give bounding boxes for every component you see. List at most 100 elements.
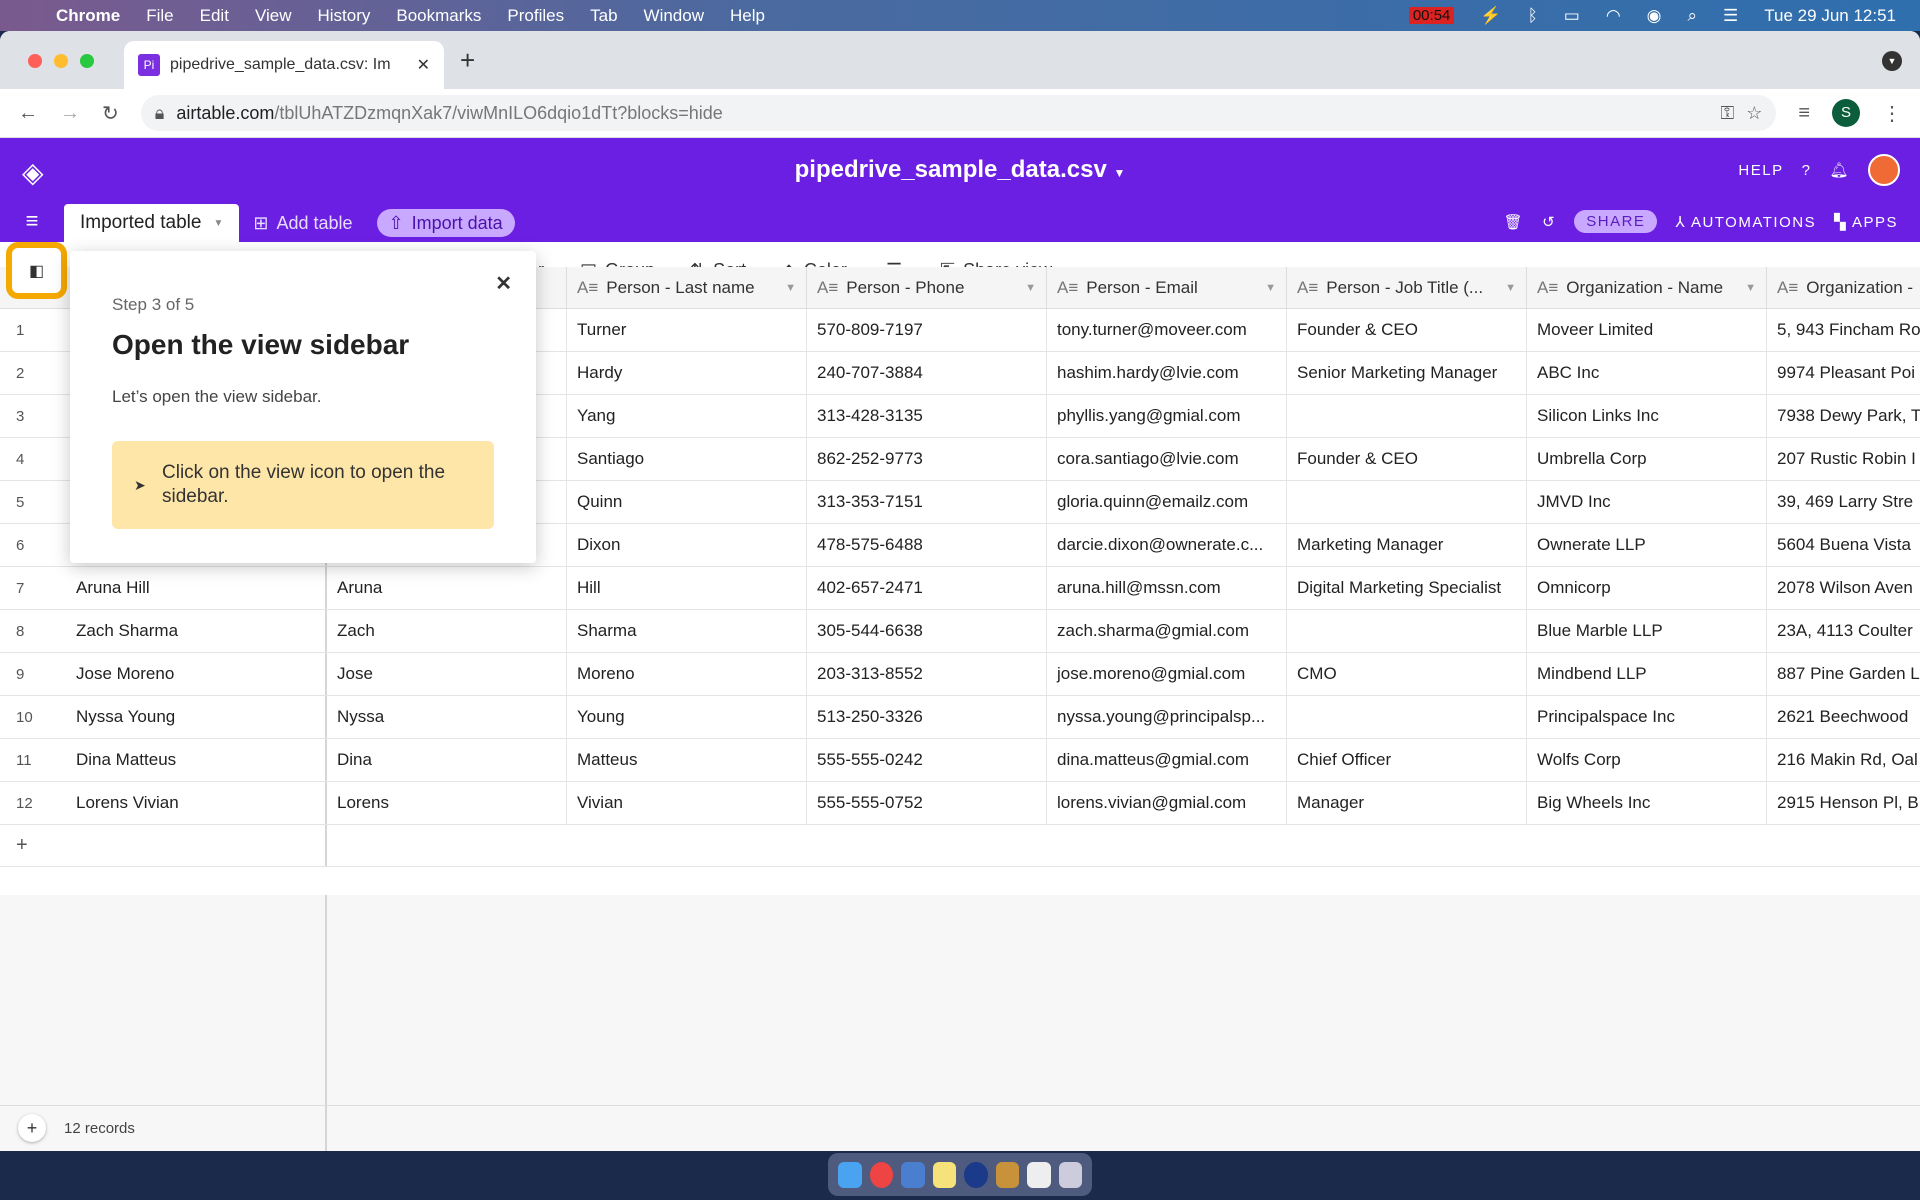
base-title[interactable]: pipedrive_sample_data.csv bbox=[795, 156, 1107, 183]
add-row-plus[interactable]: + bbox=[0, 825, 327, 866]
chevron-down-icon[interactable]: ▼ bbox=[213, 218, 223, 229]
column-header[interactable]: A≡ Person - Job Title (... ▼ bbox=[1287, 267, 1527, 309]
table-cell[interactable]: phyllis.yang@gmial.com bbox=[1047, 395, 1287, 437]
media-icon[interactable]: ≡ bbox=[1798, 102, 1810, 125]
table-cell[interactable]: Quinn bbox=[567, 481, 807, 523]
table-cell[interactable]: Lorens bbox=[327, 782, 567, 824]
battery-icon[interactable]: ▭ bbox=[1564, 6, 1580, 26]
back-icon[interactable]: ← bbox=[18, 102, 38, 125]
column-header[interactable]: A≡ Person - Last name ▼ bbox=[567, 267, 807, 309]
automations-button[interactable]: ⅄ AUTOMATIONS bbox=[1675, 213, 1816, 231]
table-cell[interactable]: 2621 Beechwood bbox=[1767, 696, 1920, 738]
table-cell[interactable]: Founder & CEO bbox=[1287, 438, 1527, 480]
table-cell[interactable] bbox=[1287, 395, 1527, 437]
table-cell[interactable]: cora.santiago@lvie.com bbox=[1047, 438, 1287, 480]
table-cell[interactable]: 555-555-0752 bbox=[807, 782, 1047, 824]
key-icon[interactable]: ⚿ bbox=[1720, 103, 1734, 124]
table-cell[interactable]: 7938 Dewy Park, T bbox=[1767, 395, 1920, 437]
menu-view[interactable]: View bbox=[255, 6, 292, 26]
table-cell[interactable]: Nyssa bbox=[327, 696, 567, 738]
table-cell[interactable]: Manager bbox=[1287, 782, 1527, 824]
user-icon[interactable]: ◉ bbox=[1647, 6, 1662, 26]
table-cell[interactable]: Jose Moreno bbox=[66, 653, 327, 695]
menu-icon[interactable]: ≡ bbox=[0, 204, 64, 242]
table-cell[interactable]: 313-428-3135 bbox=[807, 395, 1047, 437]
table-cell[interactable]: hashim.hardy@lvie.com bbox=[1047, 352, 1287, 394]
table-cell[interactable]: jose.moreno@gmial.com bbox=[1047, 653, 1287, 695]
column-header[interactable]: A≡ Person - Phone ▼ bbox=[807, 267, 1047, 309]
trash-icon[interactable]: 🗑︎ bbox=[1504, 213, 1525, 231]
profile-avatar[interactable]: S bbox=[1832, 99, 1860, 127]
table-cell[interactable]: 9974 Pleasant Poi bbox=[1767, 352, 1920, 394]
zoom-window-button[interactable] bbox=[80, 54, 94, 68]
menu-bookmarks[interactable]: Bookmarks bbox=[396, 6, 481, 26]
1password-icon[interactable] bbox=[901, 1161, 925, 1188]
table-row[interactable]: 11 Dina Matteus Dina Matteus 555-555-0242 din… bbox=[0, 739, 1920, 782]
help-label[interactable]: HELP bbox=[1738, 162, 1783, 179]
table-row[interactable]: 9 Jose Moreno Jose Moreno 203-313-8552 jose.m… bbox=[0, 653, 1920, 696]
menu-help[interactable]: Help bbox=[730, 6, 765, 26]
table-cell[interactable]: Umbrella Corp bbox=[1527, 438, 1767, 480]
finder-icon[interactable] bbox=[838, 1161, 862, 1188]
table-cell[interactable]: 2915 Henson Pl, B bbox=[1767, 782, 1920, 824]
chevron-down-icon[interactable]: ▼ bbox=[785, 282, 796, 294]
chrome-icon[interactable] bbox=[869, 1161, 893, 1188]
import-data-button[interactable]: ⇧ Import data bbox=[376, 209, 515, 237]
table-cell[interactable]: 39, 469 Larry Stre bbox=[1767, 481, 1920, 523]
table-cell[interactable]: Santiago bbox=[567, 438, 807, 480]
table-cell[interactable]: Zach Sharma bbox=[66, 610, 327, 652]
share-button[interactable]: SHARE bbox=[1574, 210, 1658, 233]
table-cell[interactable]: nyssa.young@principalsp... bbox=[1047, 696, 1287, 738]
apps-button[interactable]: ▚ APPS bbox=[1834, 213, 1898, 231]
table-cell[interactable]: lorens.vivian@gmial.com bbox=[1047, 782, 1287, 824]
menu-tab[interactable]: Tab bbox=[590, 6, 617, 26]
bolt-icon[interactable]: ⚡ bbox=[1480, 6, 1501, 26]
tab-search-icon[interactable]: ▼ bbox=[1882, 51, 1902, 71]
table-cell[interactable]: Hill bbox=[567, 567, 807, 609]
menu-file[interactable]: File bbox=[146, 6, 173, 26]
table-cell[interactable]: zach.sharma@gmial.com bbox=[1047, 610, 1287, 652]
recording-indicator[interactable]: 00:54 bbox=[1408, 7, 1455, 24]
close-tab-icon[interactable]: ✕ bbox=[417, 55, 430, 75]
table-cell[interactable]: Omnicorp bbox=[1527, 567, 1767, 609]
url-input[interactable]: 🔒︎ airtable.com/tblUhATZDzmqnXak7/viwMnI… bbox=[140, 95, 1777, 131]
table-cell[interactable]: 313-353-7151 bbox=[807, 481, 1047, 523]
menu-history[interactable]: History bbox=[317, 6, 370, 26]
table-cell[interactable]: Matteus bbox=[567, 739, 807, 781]
table-cell[interactable]: Digital Marketing Specialist bbox=[1287, 567, 1527, 609]
table-cell[interactable]: tony.turner@moveer.com bbox=[1047, 309, 1287, 351]
table-cell[interactable]: 887 Pine Garden L bbox=[1767, 653, 1920, 695]
menu-edit[interactable]: Edit bbox=[200, 6, 229, 26]
table-row[interactable]: 7 Aruna Hill Aruna Hill 402-657-2471 aruna.hi… bbox=[0, 567, 1920, 610]
table-cell[interactable]: Young bbox=[567, 696, 807, 738]
table-cell[interactable]: Principalspace Inc bbox=[1527, 696, 1767, 738]
table-cell[interactable]: 23A, 4113 Coulter bbox=[1767, 610, 1920, 652]
table-cell[interactable]: ABC Inc bbox=[1527, 352, 1767, 394]
close-window-button[interactable] bbox=[28, 54, 42, 68]
table-cell[interactable]: aruna.hill@mssn.com bbox=[1047, 567, 1287, 609]
reload-icon[interactable]: ↻ bbox=[102, 101, 119, 126]
table-cell[interactable]: Dina bbox=[327, 739, 567, 781]
table-cell[interactable]: 2078 Wilson Aven bbox=[1767, 567, 1920, 609]
table-cell[interactable]: Vivian bbox=[567, 782, 807, 824]
menu-window[interactable]: Window bbox=[644, 6, 704, 26]
table-cell[interactable]: Wolfs Corp bbox=[1527, 739, 1767, 781]
table-cell[interactable]: Blue Marble LLP bbox=[1527, 610, 1767, 652]
table-cell[interactable]: 5, 943 Fincham Ro bbox=[1767, 309, 1920, 351]
table-cell[interactable]: darcie.dixon@ownerate.c... bbox=[1047, 524, 1287, 566]
table-cell[interactable]: 402-657-2471 bbox=[807, 567, 1047, 609]
view-sidebar-toggle-highlighted[interactable]: ◧ bbox=[6, 242, 67, 299]
table-cell[interactable] bbox=[1287, 696, 1527, 738]
table-cell[interactable]: 305-544-6638 bbox=[807, 610, 1047, 652]
table-cell[interactable]: Sharma bbox=[567, 610, 807, 652]
new-tab-button[interactable]: + bbox=[460, 45, 475, 76]
table-cell[interactable]: 555-555-0242 bbox=[807, 739, 1047, 781]
browser-tab[interactable]: Pi pipedrive_sample_data.csv: Im ✕ bbox=[124, 41, 444, 89]
chevron-down-icon[interactable]: ▼ bbox=[1025, 282, 1036, 294]
table-cell[interactable]: Jose bbox=[327, 653, 567, 695]
column-header[interactable]: A≡ Person - Email ▼ bbox=[1047, 267, 1287, 309]
more-icon[interactable]: ⋮ bbox=[1882, 101, 1902, 126]
table-cell[interactable]: Aruna bbox=[327, 567, 567, 609]
spotlight-icon[interactable]: ⌕ bbox=[1688, 6, 1698, 26]
lightning-app-icon[interactable] bbox=[964, 1161, 988, 1188]
